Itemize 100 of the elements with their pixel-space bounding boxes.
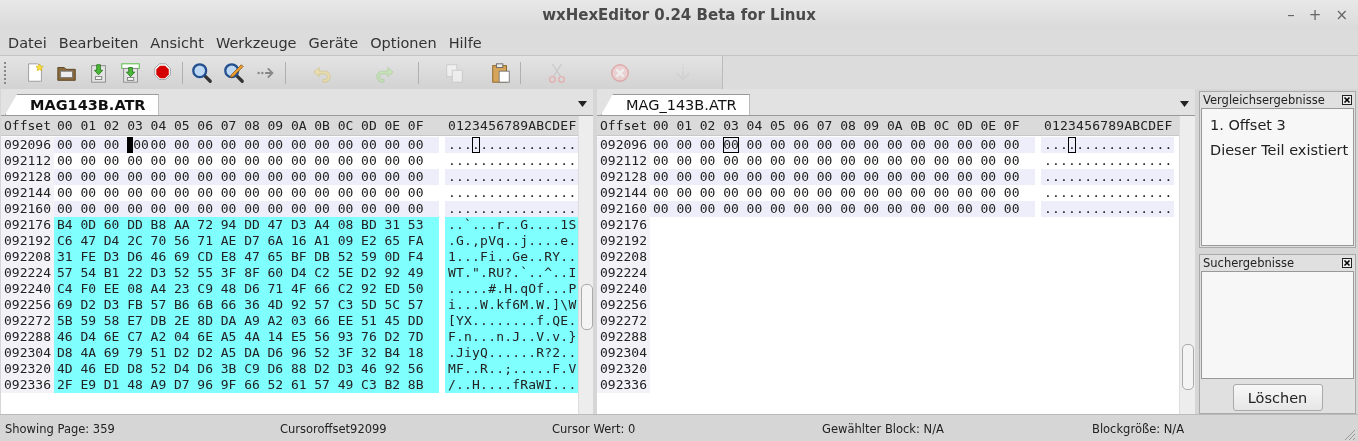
hex-cell-text: A4 [314, 217, 331, 233]
hex-cell-text: 00 [980, 153, 998, 169]
hex-cell-text: 32 [361, 345, 378, 361]
close-icon[interactable] [1342, 258, 1352, 268]
scrollbar[interactable] [1179, 116, 1195, 414]
offset-cell: 092112 [1, 153, 54, 169]
status-text: Blockgröße: N/A [1092, 422, 1186, 436]
file-tab[interactable]: MAG143B.ATR [5, 94, 159, 115]
hex-cell-text: B6 [173, 297, 191, 313]
hex-cell-text: C4 [57, 281, 74, 297]
hex-cell-text: 55 [197, 265, 214, 281]
dropdown-arrow-icon[interactable] [578, 101, 587, 107]
column-heading: 08 [840, 117, 857, 135]
hex-cell-text: 52 [267, 377, 285, 393]
hex-cell-text: C3 [361, 377, 378, 393]
drawer-arrow-icon[interactable] [120, 61, 142, 84]
clipboard-icon[interactable] [490, 61, 512, 84]
hex-cell-text: D2 [173, 345, 191, 361]
hex-cell-text: 46 [361, 361, 378, 377]
hex-cell-text: D3 [337, 361, 355, 377]
result-item[interactable]: Dieser Teil existiert [1210, 138, 1349, 163]
hex-cell-text: A9 [150, 377, 168, 393]
menu-item[interactable]: Bearbeiten [53, 34, 144, 51]
hex-cell-text: 00 [197, 137, 214, 153]
hex-cell-text: 00 [244, 137, 261, 153]
scrollbar[interactable] [578, 116, 593, 414]
offset-cell: 092336 [597, 377, 650, 393]
hex-cell-text: D6 [127, 249, 144, 265]
hex-cell-text: 00 [57, 185, 74, 201]
hex-cell-text: 14 [267, 329, 285, 345]
offset-heading: Offset [599, 117, 648, 135]
hex-cell-text: 00 [80, 185, 98, 201]
hex-cell-text: 66 [314, 313, 331, 329]
cursor-hex-cell[interactable]: 00 [723, 137, 740, 153]
file-tab[interactable]: MAG_143B.ATR [601, 94, 750, 115]
close-icon[interactable] [1342, 95, 1352, 105]
hex-cell-text: 47 [80, 233, 98, 249]
hex-cell-text: 00 [290, 185, 308, 201]
hex-cell-text: 00 [290, 137, 308, 153]
hex-cell-text: 57 [57, 265, 74, 281]
hex-cell-text: 00 [840, 153, 857, 169]
hex-cell-text: 60 [267, 265, 285, 281]
hex-cell-text: D4 [80, 329, 98, 345]
hex-cell-text: 00 [150, 169, 168, 185]
menu-item[interactable]: Hilfe [443, 34, 487, 51]
hex-cell-text: D1 [103, 377, 121, 393]
resize-grip-icon[interactable] [1342, 427, 1356, 441]
text-cell: ................ [445, 169, 578, 185]
hex-cell-text: D6 [244, 281, 261, 297]
menu-item[interactable]: Datei [3, 34, 52, 51]
column-heading: 0D [361, 117, 378, 135]
column-heading: 04 [150, 117, 168, 135]
menu-item[interactable]: Ansicht [145, 34, 209, 51]
text-cell: ................ [1041, 137, 1174, 153]
hex-cell-text: 00 [103, 185, 121, 201]
dropdown-arrow-icon[interactable] [1180, 101, 1189, 107]
offset-cell: 092160 [597, 201, 650, 217]
window-control[interactable]: + [1308, 6, 1322, 24]
clear-button[interactable]: Löschen [1232, 384, 1323, 411]
window-control[interactable]: × [1335, 6, 1348, 24]
hex-cell-text: C9 [197, 281, 214, 297]
hex-cell-text: 5C [384, 297, 402, 313]
hex-cell-text: 2C [127, 233, 144, 249]
column-heading: 0C [933, 117, 951, 135]
search-pencil-icon[interactable] [223, 61, 245, 84]
window-control[interactable]: – [1287, 6, 1295, 24]
menu-item[interactable]: Werkzeuge [210, 34, 302, 51]
hex-cell-text: 00 [699, 137, 717, 153]
hex-cell-text: A9 [244, 313, 261, 329]
hex-cell-text: 92 [384, 361, 402, 377]
offset-cell: 092224 [597, 265, 650, 281]
hex-cell-text: A5 [220, 345, 238, 361]
hex-cell-text: E2 [361, 233, 378, 249]
hex-cell-text: 00 [220, 137, 238, 153]
hex-cell-text: C9 [244, 361, 261, 377]
hex-cell-text: B4 [384, 345, 402, 361]
hex-cell-text: 00 [793, 201, 810, 217]
hex-cell-text: 52 [314, 345, 331, 361]
text-heading: 0123456789ABCDEF [447, 117, 578, 135]
column-heading: 06 [197, 117, 214, 135]
hex-cell-text: 56 [407, 361, 425, 377]
menu-item[interactable]: Optionen [365, 34, 442, 51]
hex-cell-text: 00 [173, 153, 191, 169]
hex-cell-text: DD [127, 217, 144, 233]
hex-cell-text: 00 [746, 137, 764, 153]
hex-cell-text: 79 [127, 345, 144, 361]
hex-cell-text: 00 [980, 185, 998, 201]
panel-title: Vergleichsergebnisse [1203, 93, 1325, 107]
result-item[interactable]: 1. Offset 3 [1210, 113, 1286, 138]
text-cell: ................ [445, 137, 578, 153]
search-icon[interactable] [191, 61, 213, 84]
hex-cell-text: C2 [337, 281, 355, 297]
menu-item[interactable]: Geräte [303, 34, 364, 51]
hex-cell-text: 00 [910, 153, 927, 169]
hex-cell-text: 00 [80, 153, 98, 169]
offset-heading: Offset [3, 117, 52, 135]
hex-cell-text: 00 [653, 201, 670, 217]
hex-cell-text: D8 [57, 345, 74, 361]
hex-cell-text: 03 [290, 313, 308, 329]
hex-cell-text: 2F [57, 377, 74, 393]
